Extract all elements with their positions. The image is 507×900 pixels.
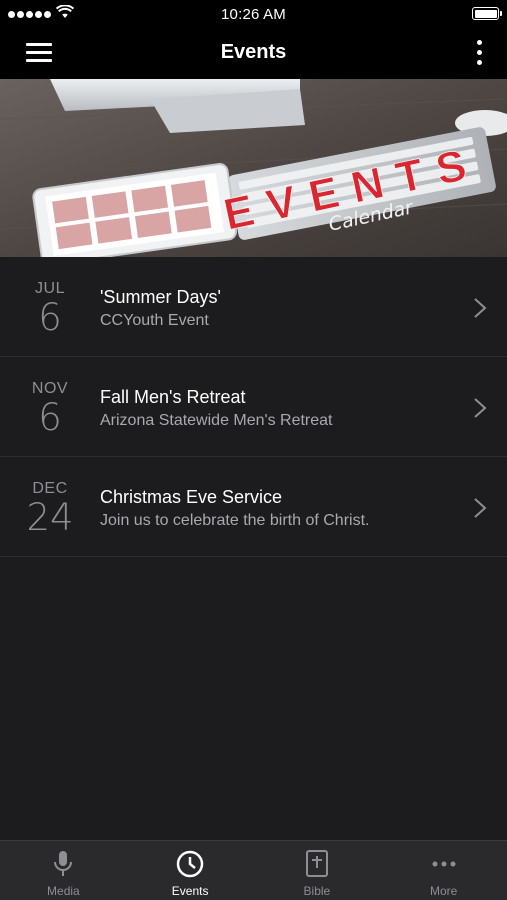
event-day: 6 (38, 296, 62, 339)
events-banner-image: EVENTS Calendar (0, 79, 507, 257)
tab-media[interactable]: Media (0, 841, 127, 900)
status-time: 10:26 AM (221, 6, 286, 23)
tab-more[interactable]: More (380, 841, 507, 900)
event-title: Christmas Eve Service (100, 487, 283, 507)
event-day: 6 (38, 396, 62, 439)
tab-bar: Media Events Bible More (0, 840, 507, 900)
tab-label: Media (47, 884, 80, 898)
event-title: Fall Men's Retreat (100, 387, 246, 407)
chevron-right-icon (474, 298, 487, 318)
chevron-right-icon (474, 398, 487, 418)
event-row[interactable]: DEC 24 Christmas Eve Service Join us to … (0, 457, 507, 557)
tab-label: Bible (303, 884, 331, 898)
microphone-icon (54, 851, 73, 876)
event-title: 'Summer Days' (100, 287, 221, 307)
tab-events[interactable]: Events (127, 841, 254, 900)
navigation-bar: Events (0, 28, 507, 79)
more-dots-icon (432, 861, 456, 867)
event-row[interactable]: NOV 6 Fall Men's Retreat Arizona Statewi… (0, 357, 507, 457)
clock-icon (176, 850, 204, 878)
bible-icon (305, 850, 328, 877)
tab-label: Events (171, 884, 209, 898)
status-bar: 10:26 AM (0, 0, 507, 28)
tab-label: More (429, 884, 458, 898)
page-title: Events (220, 41, 287, 63)
event-list: JUL 6 'Summer Days' CCYouth Event NOV 6 … (0, 257, 507, 557)
event-subtitle: Join us to celebrate the birth of Christ… (100, 512, 370, 529)
event-subtitle: Arizona Statewide Men's Retreat (100, 412, 333, 429)
chevron-right-icon (474, 498, 487, 518)
kebab-menu-icon[interactable] (471, 38, 487, 68)
battery-icon (472, 7, 502, 20)
event-day: 24 (26, 496, 74, 539)
event-row[interactable]: JUL 6 'Summer Days' CCYouth Event (0, 257, 507, 357)
event-subtitle: CCYouth Event (100, 312, 209, 329)
tab-bible[interactable]: Bible (254, 841, 381, 900)
